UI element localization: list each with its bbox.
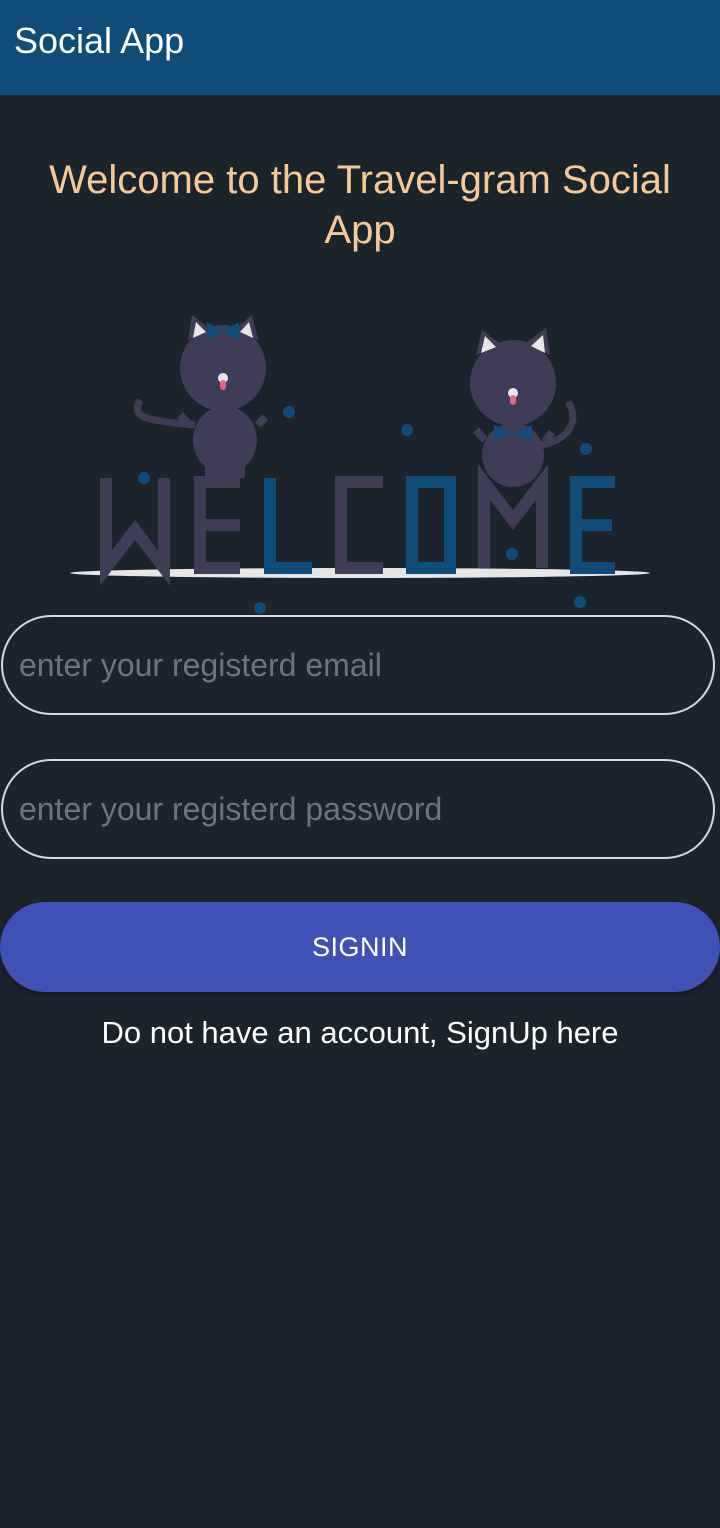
signup-link[interactable]: Do not have an account, SignUp here xyxy=(0,1015,720,1051)
welcome-heading: Welcome to the Travel-gram Social App xyxy=(49,158,671,252)
password-input[interactable] xyxy=(1,759,715,859)
app-bar: Social App xyxy=(0,0,720,95)
app-title: Social App xyxy=(14,20,185,61)
signin-button[interactable]: SIGNIN xyxy=(0,902,720,992)
welcome-illustration xyxy=(70,315,650,614)
email-input[interactable] xyxy=(1,615,715,715)
